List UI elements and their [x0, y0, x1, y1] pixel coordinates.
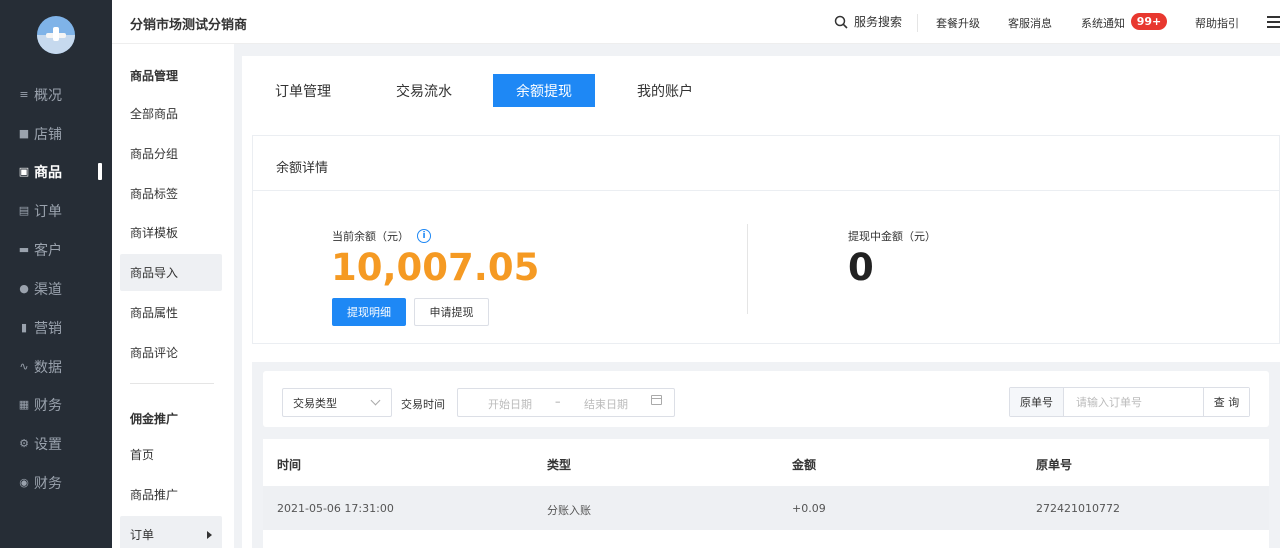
sidebar-item-commission-order[interactable]: 订单	[120, 516, 222, 548]
marketing-icon: ▮	[20, 321, 28, 334]
sidebar-divider	[130, 383, 214, 384]
transaction-time-label: 交易时间	[401, 398, 445, 411]
sidebar-section-title-2: 佣金推广	[130, 412, 179, 426]
current-balance-label: 当前余额（元） i	[332, 228, 431, 244]
cell-type: 分账入账	[547, 504, 591, 517]
header-link-upgrade[interactable]: 套餐升级	[936, 15, 980, 31]
nav-item-order[interactable]: ▤ 订单	[0, 198, 112, 224]
apply-withdraw-button[interactable]: 申请提现	[414, 298, 489, 326]
active-indicator	[98, 163, 102, 180]
header-link-service-msg[interactable]: 客服消息	[1008, 15, 1052, 31]
date-separator: –	[555, 395, 561, 408]
order-icon: ▤	[18, 204, 30, 217]
nav-item-marketing[interactable]: ▮ 营销	[0, 315, 112, 341]
sidebar-item-detail-template[interactable]: 商详模板	[120, 214, 222, 251]
chevron-down-icon	[370, 395, 381, 406]
divider	[253, 190, 1280, 191]
cell-time: 2021-05-06 17:31:00	[277, 502, 394, 515]
settings-icon: ⚙	[19, 437, 29, 450]
cell-amount: +0.09	[792, 502, 826, 515]
sidebar-item-goods-tag[interactable]: 商品标签	[120, 175, 222, 212]
cell-order-no: 272421010772	[1036, 502, 1120, 515]
tab-order-management[interactable]: 订单管理	[264, 74, 342, 107]
finance-icon: ▦	[18, 398, 30, 411]
column-header-order-no: 原单号	[1036, 458, 1073, 472]
vertical-divider	[747, 224, 748, 314]
caret-right-icon	[207, 531, 212, 539]
order-no-label: 原单号	[1010, 388, 1064, 416]
sidebar-item-promote[interactable]: 商品推广	[120, 476, 222, 513]
list-icon: ≡	[19, 88, 29, 101]
sidebar-item-goods-import[interactable]: 商品导入	[120, 254, 222, 291]
nav-item-goods[interactable]: ▣ 商品	[0, 159, 112, 185]
channel-icon: ●	[19, 282, 29, 295]
nav-item-data[interactable]: ∿ 数据	[0, 354, 112, 380]
header-link-notify[interactable]: 系统通知	[1081, 15, 1125, 31]
withdrawing-amount: 0	[848, 246, 874, 289]
start-date-field[interactable]: 开始日期	[488, 396, 532, 412]
nav-item-shop[interactable]: ■ 店铺	[0, 121, 112, 147]
sidebar-item-home[interactable]: 首页	[120, 436, 222, 473]
sidebar-item-goods-group[interactable]: 商品分组	[120, 135, 222, 172]
sidebar-item-goods-attr[interactable]: 商品属性	[120, 294, 222, 331]
nav-item-overview[interactable]: ≡ 概况	[0, 82, 112, 108]
query-button[interactable]: 查 询	[1203, 388, 1249, 416]
calendar-icon[interactable]	[651, 395, 662, 405]
balance-detail-title: 余额详情	[276, 161, 329, 176]
nav-item-channel[interactable]: ● 渠道	[0, 276, 112, 302]
end-date-field[interactable]: 结束日期	[584, 396, 628, 412]
logo[interactable]	[37, 16, 75, 54]
nav-item-finance[interactable]: ▦ 财务	[0, 392, 112, 418]
column-header-type: 类型	[547, 458, 572, 472]
current-balance-amount: 10,007.05	[331, 246, 540, 289]
service-search-button[interactable]: 服务搜索	[834, 13, 902, 30]
customer-icon: ▬	[18, 243, 30, 256]
transaction-type-select[interactable]: 交易类型	[282, 388, 392, 417]
header-link-help[interactable]: 帮助指引	[1195, 15, 1239, 31]
sidebar-item-all-goods[interactable]: 全部商品	[120, 95, 222, 132]
sidebar-item-goods-review[interactable]: 商品评论	[120, 334, 222, 371]
main-nav: ≡ 概况 ■ 店铺 ▣ 商品 ▤ 订单 ▬ 客户 ● 渠道 ▮ 营销 ∿ 数据 ▦ 财务 ⚙ 设置 …	[0, 0, 112, 548]
sidebar-section-title: 商品管理	[130, 69, 179, 83]
column-header-amount: 金额	[792, 458, 817, 472]
withdrawing-label: 提现中金额（元）	[848, 230, 936, 243]
data-icon: ∿	[19, 360, 29, 373]
tab-transactions[interactable]: 交易流水	[384, 74, 464, 107]
tab-balance-withdraw[interactable]: 余额提现	[493, 74, 595, 107]
order-no-input[interactable]	[1065, 388, 1203, 416]
goods-icon: ▣	[18, 165, 30, 178]
finance2-icon: ◉	[19, 476, 29, 489]
shop-title: 分销市场测试分销商	[130, 18, 248, 33]
notify-badge: 99+	[1131, 13, 1167, 30]
shop-icon: ■	[18, 127, 30, 140]
nav-item-customer[interactable]: ▬ 客户	[0, 237, 112, 263]
tab-my-account[interactable]: 我的账户	[625, 74, 705, 107]
header-divider	[917, 14, 918, 32]
column-header-time: 时间	[277, 458, 302, 472]
nav-item-finance-2[interactable]: ◉ 财务	[0, 470, 112, 496]
info-icon[interactable]: i	[417, 229, 431, 243]
search-icon	[834, 15, 848, 29]
withdraw-detail-button[interactable]: 提现明细	[332, 298, 406, 326]
menu-icon[interactable]	[1267, 16, 1280, 28]
nav-item-settings[interactable]: ⚙ 设置	[0, 431, 112, 457]
